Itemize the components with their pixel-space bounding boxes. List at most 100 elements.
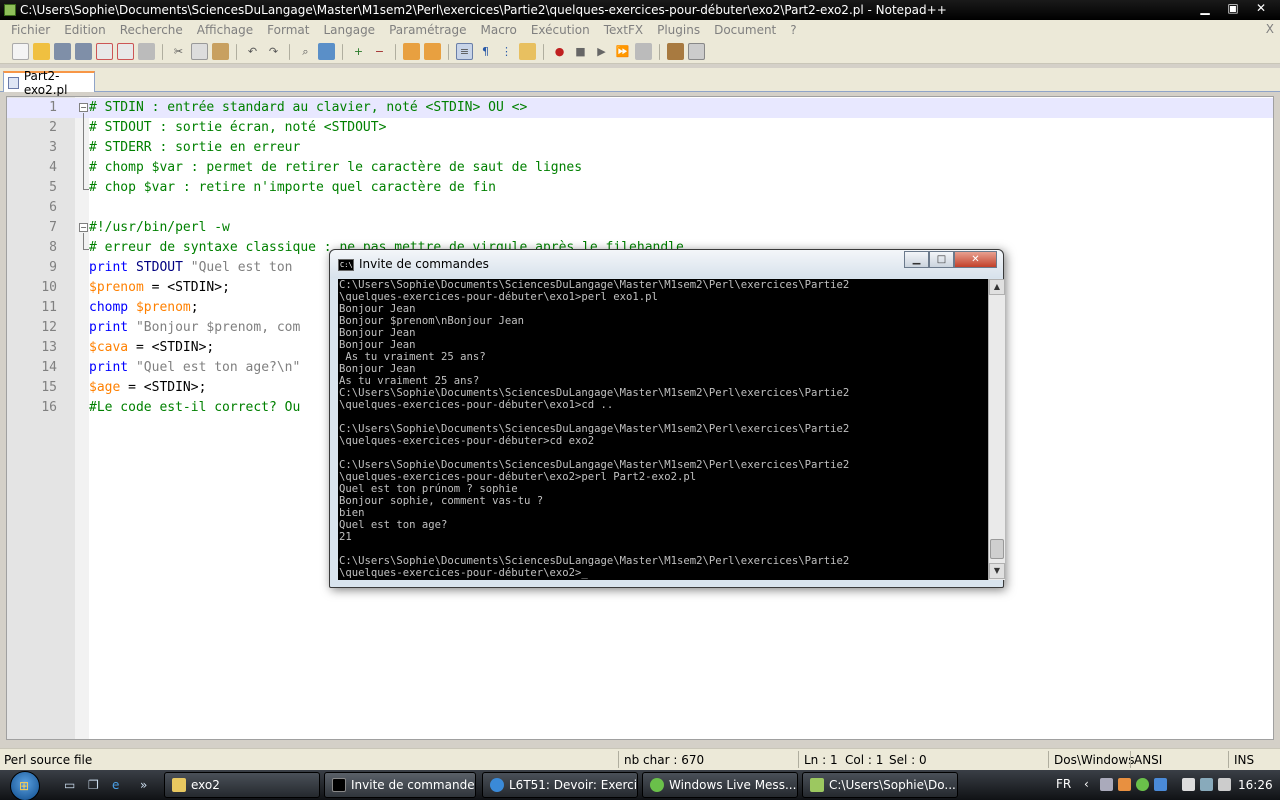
word-wrap-icon[interactable]: ≡ [456,43,473,60]
volume-icon[interactable] [1218,778,1231,791]
fold-toggle[interactable]: − [79,103,88,112]
scroll-thumb[interactable] [990,539,1004,559]
start-button[interactable]: ⊞ [10,771,40,800]
menu-format[interactable]: Format [260,23,316,37]
code-line: 7 #!/usr/bin/perl -w [49,220,230,235]
task-label: L6T51: Devoir: Exerci... [509,778,638,792]
zoom-out-icon[interactable]: − [371,43,388,60]
menu-edition[interactable]: Edition [57,23,113,37]
sync-horizontal-icon[interactable] [424,43,441,60]
play-macro-icon[interactable]: ▶ [593,43,610,60]
close-document-button[interactable]: X [1266,22,1274,36]
close-all-icon[interactable] [117,43,134,60]
run-macro-multiple-icon[interactable]: ⏩ [614,43,631,60]
status-selection: Sel : 0 [889,753,927,767]
indent-guide-icon[interactable]: ⋮ [498,43,515,60]
menu-affichage[interactable]: Affichage [190,23,260,37]
toolbar-separator [395,43,396,60]
task-command-prompt[interactable]: Invite de commandes [324,772,476,798]
sync-vertical-icon[interactable] [403,43,420,60]
ie-quicklaunch-icon[interactable]: e [112,778,128,792]
code-line: 1 # STDIN : entrée standard au clavier, n… [7,98,1273,118]
battery-tray-icon[interactable] [1182,778,1195,791]
minimize-button[interactable]: ▁ [1192,1,1218,17]
record-macro-icon[interactable]: ● [551,43,568,60]
scroll-up-icon[interactable]: ▲ [989,279,1005,295]
menu-macro[interactable]: Macro [473,23,523,37]
close-button[interactable]: ✕ [1248,1,1274,17]
show-all-chars-icon[interactable]: ¶ [477,43,494,60]
windows-logo-icon: ⊞ [19,779,30,793]
status-separator [1048,751,1049,768]
plugin-icon[interactable] [688,43,705,60]
task-notepadpp[interactable]: C:\Users\Sophie\Do... [802,772,958,798]
task-messenger[interactable]: Windows Live Mess... [642,772,798,798]
menu-document[interactable]: Document [707,23,783,37]
find-icon[interactable]: ⌕ [297,43,314,60]
open-file-icon[interactable] [33,43,50,60]
toolbar-separator [162,43,163,60]
tab-part2-exo2[interactable]: Part2-exo2.pl [3,69,95,97]
security-tray-icon[interactable] [1154,778,1167,791]
maximize-button[interactable]: ▣ [1220,1,1246,17]
undo-icon[interactable]: ↶ [244,43,261,60]
menu-recherche[interactable]: Recherche [113,23,190,37]
console-scrollbar[interactable]: ▲ ▼ [988,279,1005,580]
toolbar: ✂ ↶ ↷ ⌕ + − ≡ ¶ ⋮ ● ■ ▶ ⏩ [0,40,1280,64]
stop-macro-icon[interactable]: ■ [572,43,589,60]
switch-windows-icon[interactable]: ❐ [88,778,104,792]
system-tray: FR ‹ 16:26 [1048,770,1280,800]
redo-icon[interactable]: ↷ [265,43,282,60]
console-output-area[interactable]: C:\Users\Sophie\Documents\SciencesDuLang… [338,279,988,580]
console-minimize-button[interactable]: ▁ [904,251,929,268]
command-prompt-window[interactable]: C:\ Invite de commandes ▁ □ ✕ C:\Users\S… [329,249,1005,588]
network-tray-icon[interactable] [1100,778,1113,791]
save-all-icon[interactable] [75,43,92,60]
show-desktop-icon[interactable]: ▭ [64,778,80,792]
status-encoding: ANSI [1134,753,1163,767]
replace-icon[interactable] [318,43,335,60]
menu-execution[interactable]: Exécution [524,23,597,37]
file-icon [8,76,19,89]
print-icon[interactable] [138,43,155,60]
language-indicator[interactable]: FR [1056,777,1071,791]
save-macro-icon[interactable] [635,43,652,60]
task-browser[interactable]: L6T51: Devoir: Exerci... [482,772,638,798]
user-lang-icon[interactable] [519,43,536,60]
copy-icon[interactable] [191,43,208,60]
menu-langage[interactable]: Langage [316,23,382,37]
menu-bar: Fichier Edition Recherche Affichage Form… [0,20,1280,40]
clock[interactable]: 16:26 [1238,778,1273,792]
app-tray-icon[interactable] [1118,778,1131,791]
menu-help[interactable]: ? [783,23,803,37]
status-separator [1228,751,1229,768]
tray-expand-icon[interactable]: ‹ [1084,777,1089,791]
menu-plugins[interactable]: Plugins [650,23,707,37]
console-title: Invite de commandes [359,257,489,271]
fold-end [83,249,89,250]
menu-parametrage[interactable]: Paramétrage [382,23,473,37]
cut-icon[interactable]: ✂ [170,43,187,60]
zoom-in-icon[interactable]: + [350,43,367,60]
status-separator [618,751,619,768]
menu-fichier[interactable]: Fichier [4,23,57,37]
network-status-icon[interactable] [1200,778,1213,791]
textfx-icon[interactable] [667,43,684,60]
scroll-down-icon[interactable]: ▼ [989,563,1005,579]
console-close-button[interactable]: ✕ [954,251,997,268]
fold-toggle[interactable]: − [79,223,88,232]
messenger-tray-icon[interactable] [1136,778,1149,791]
console-maximize-button[interactable]: □ [929,251,954,268]
quicklaunch-more-button[interactable]: » [140,778,156,792]
new-file-icon[interactable] [12,43,29,60]
tab-bar: Part2-exo2.pl [0,68,1280,97]
window-controls: ▁ ▣ ✕ [1192,1,1274,17]
close-file-icon[interactable] [96,43,113,60]
paste-icon[interactable] [212,43,229,60]
console-title-bar[interactable]: C:\ Invite de commandes ▁ □ ✕ [330,250,1003,278]
save-icon[interactable] [54,43,71,60]
task-label: Windows Live Mess... [669,778,797,792]
task-exo2[interactable]: exo2 [164,772,320,798]
menu-textfx[interactable]: TextFX [597,23,650,37]
task-label: exo2 [191,778,220,792]
